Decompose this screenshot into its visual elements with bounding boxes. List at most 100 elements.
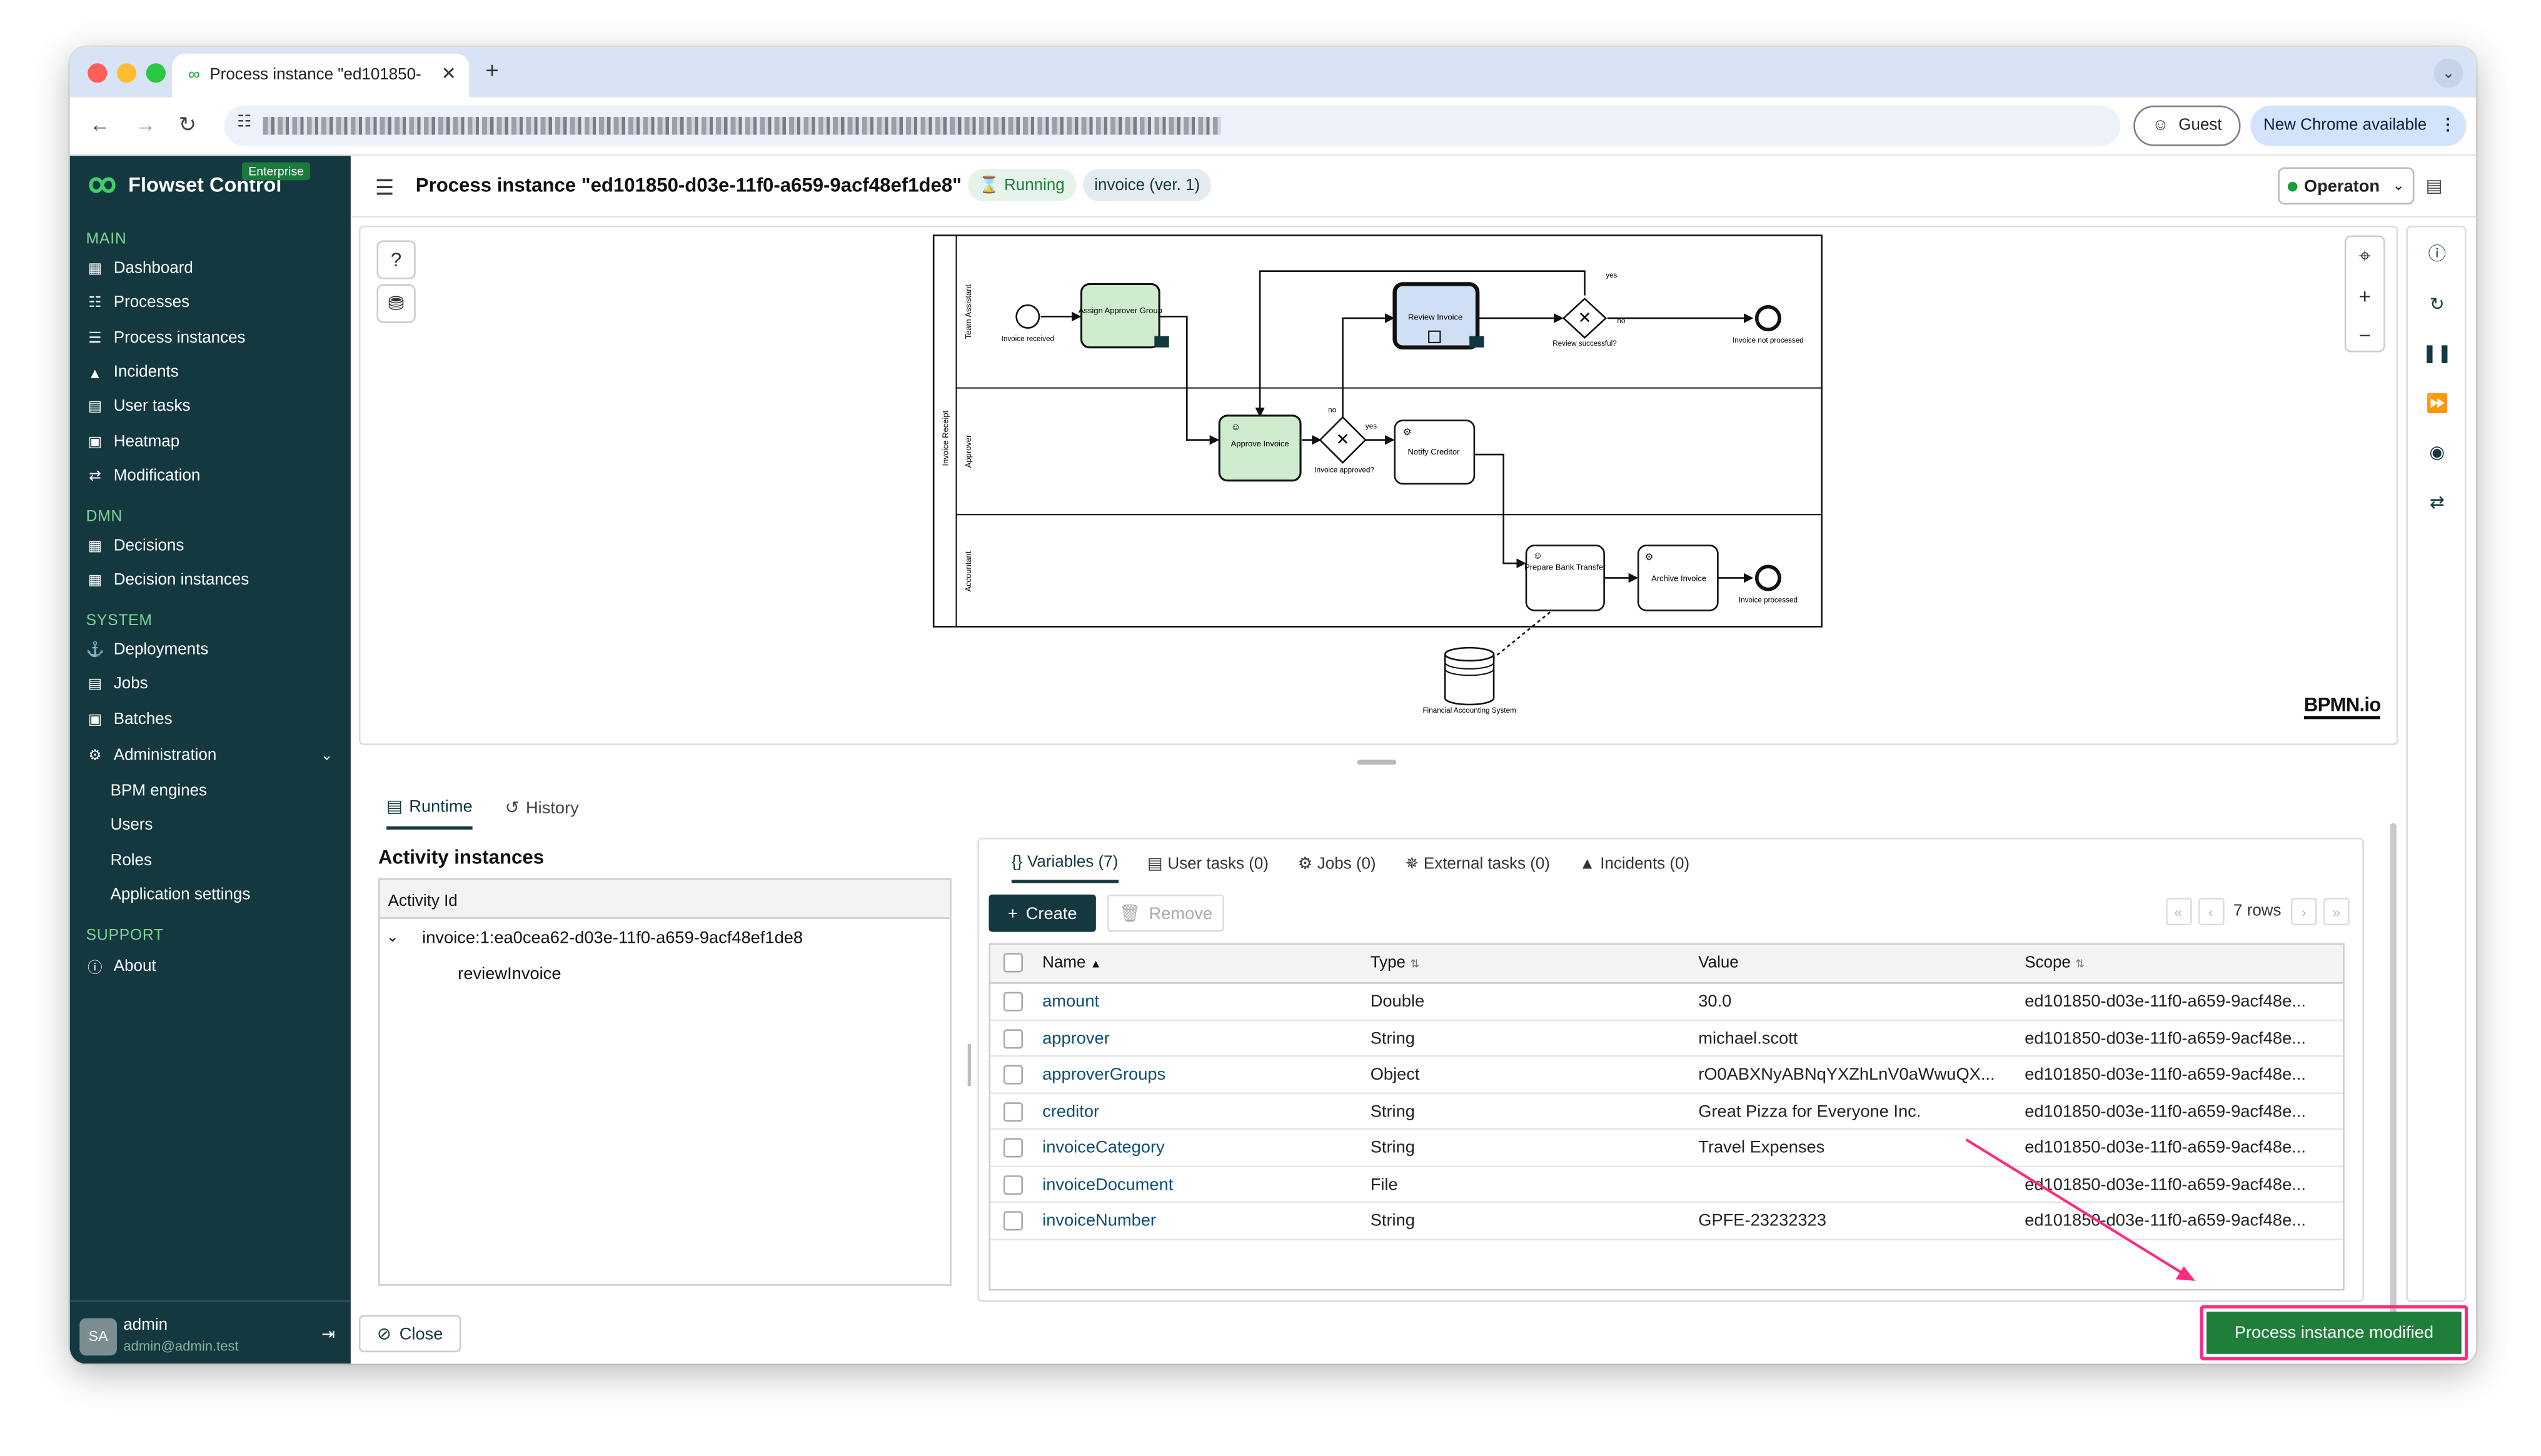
tab-jobs[interactable]: ⚙ Jobs (0) <box>1298 854 1376 883</box>
row-checkbox[interactable] <box>1003 1065 1023 1085</box>
sidebar-item-decision-instances[interactable]: ▦ Decision instances <box>86 571 249 590</box>
invoice-processed-event[interactable] <box>1754 565 1781 591</box>
variable-value: michael.scott <box>1698 1028 1798 1048</box>
remove-variable-button[interactable]: 🗑 Remove <box>1107 894 1224 932</box>
profile-button[interactable]: ☺ Guest <box>2133 105 2241 146</box>
row-checkbox[interactable] <box>1003 1174 1023 1194</box>
forward-icon[interactable]: → <box>135 112 156 136</box>
close-tab-icon[interactable]: ✕ <box>441 63 456 84</box>
site-settings-icon[interactable]: ☷ <box>237 114 251 132</box>
reload-icon[interactable]: ↻ <box>179 112 196 138</box>
row-checkbox[interactable] <box>1003 1101 1023 1122</box>
variable-name[interactable]: invoiceNumber <box>1042 1211 1156 1230</box>
suspend-icon[interactable]: ❚❚ <box>2418 333 2457 371</box>
row-checkbox[interactable] <box>1003 1028 1023 1048</box>
sidebar-item-modification[interactable]: ⇄ Modification <box>86 468 200 486</box>
sidebar-item-deployments[interactable]: ⚓ Deployments <box>86 641 209 660</box>
table-row[interactable]: creditor String Great Pizza for Everyone I… <box>990 1093 2343 1130</box>
chevron-down-icon[interactable]: ⌄ <box>386 928 399 946</box>
invoice-received-event[interactable] <box>1015 304 1040 329</box>
row-checkbox[interactable] <box>1003 1211 1023 1231</box>
close-button[interactable]: ⊘ Close <box>358 1315 461 1353</box>
row-checkbox[interactable] <box>1003 1138 1023 1158</box>
column-header-scope[interactable]: Scope ⇅ <box>2025 955 2085 973</box>
bpmn-diagram[interactable]: ? ⛃ ⌖ + − Invoice Receipt Team Assistant… <box>358 225 2398 745</box>
restart-icon[interactable]: ↻ <box>2418 284 2457 323</box>
variable-name[interactable]: approver <box>1042 1028 1110 1048</box>
sidebar-item-batches[interactable]: ▣ Batches <box>86 711 173 729</box>
table-row[interactable]: amount Double 30.0 ed101850-d03e-11f0-a659-… <box>990 984 2343 1021</box>
variable-name[interactable]: invoiceDocument <box>1042 1175 1173 1194</box>
table-row[interactable]: invoiceNumber String GPFE-23232323 ed101850… <box>990 1203 2343 1240</box>
sidebar-item-user-tasks[interactable]: ▤ User tasks <box>86 398 191 416</box>
record-icon[interactable]: ◉ <box>2418 432 2457 471</box>
column-header-type[interactable]: Type ⇅ <box>1371 955 1420 973</box>
engine-select[interactable]: Operaton ⌄ <box>2278 167 2415 205</box>
sidebar-item-decisions[interactable]: ▦ Decisions <box>86 538 184 556</box>
sidebar-item-dashboard[interactable]: ▦ Dashboard <box>86 259 193 278</box>
tab-incidents[interactable]: ▲ Incidents (0) <box>1579 854 1689 883</box>
sidebar-item-process-instances[interactable]: ☰ Process instances <box>86 329 245 348</box>
activity-tree-root[interactable]: invoice:1:ea0cea62-d03e-11f0-a659-9acf48… <box>422 928 803 948</box>
select-all-checkbox[interactable] <box>1003 953 1023 973</box>
last-page-icon[interactable]: » <box>2323 898 2350 926</box>
browser-tab[interactable]: ∞ Process instance "ed101850- ✕ <box>172 53 470 98</box>
table-row[interactable]: approverGroups Object rO0ABXNyABNqYXZhLnV0… <box>990 1057 2343 1093</box>
variable-name[interactable]: invoiceCategory <box>1042 1138 1165 1157</box>
next-page-icon[interactable]: › <box>2291 898 2317 926</box>
definition-link[interactable]: invoice (ver. 1) <box>1083 169 1212 202</box>
fast-forward-icon[interactable]: ⏩ <box>2418 383 2457 422</box>
tab-variables[interactable]: {} Variables (7) <box>1011 854 1119 883</box>
prev-page-icon[interactable]: ‹ <box>2197 898 2224 926</box>
column-header-name[interactable]: Name ▲ <box>1042 955 1102 973</box>
bpmn-io-watermark[interactable]: BPMN.io <box>2303 693 2381 720</box>
activity-tree-child[interactable]: reviewInvoice <box>458 964 561 983</box>
financial-accounting-database-icon[interactable] <box>1444 646 1495 706</box>
logout-icon[interactable]: ⇥ <box>321 1327 335 1345</box>
sidebar-item-jobs[interactable]: ▤ Jobs <box>86 675 148 693</box>
process-modified-toast[interactable]: Process instance modified <box>2206 1312 2462 1354</box>
invoice-not-processed-event[interactable] <box>1754 304 1781 332</box>
scrollbar[interactable] <box>2390 823 2397 1330</box>
table-row[interactable]: approver String michael.scott ed101850-d03e… <box>990 1020 2343 1057</box>
variable-name[interactable]: creditor <box>1042 1102 1099 1121</box>
sidebar-item-roles[interactable]: Roles <box>111 852 152 870</box>
variable-name[interactable]: approverGroups <box>1042 1065 1165 1085</box>
sidebar-item-bpm-engines[interactable]: BPM engines <box>111 783 207 801</box>
assign-approver-group-task[interactable] <box>1080 283 1160 349</box>
sidebar-item-administration[interactable]: ⚙ Administration ⌄ <box>86 747 333 765</box>
activity-instances-title: Activity instances <box>378 845 545 869</box>
sidebar-item-processes[interactable]: ☷ Processes <box>86 294 189 312</box>
row-checkbox[interactable] <box>1003 992 1023 1012</box>
variable-type: String <box>1370 1138 1415 1158</box>
sidebar-item-about[interactable]: ⓘ About <box>86 956 156 978</box>
new-tab-icon[interactable]: + <box>485 57 498 83</box>
variable-name[interactable]: amount <box>1042 992 1099 1012</box>
sidebar-item-heatmap[interactable]: ▣ Heatmap <box>86 433 179 451</box>
tab-search-icon[interactable]: ⌄ <box>2433 58 2463 88</box>
tab-user-tasks[interactable]: ▤ User tasks (0) <box>1147 854 1269 883</box>
minimize-window-dot[interactable] <box>116 63 137 83</box>
layout-toggle-icon[interactable]: ▤ <box>2426 175 2443 196</box>
id-card-icon: ▤ <box>88 398 102 414</box>
address-bar[interactable]: ☷ <box>224 105 2121 146</box>
sidebar-item-application-settings[interactable]: Application settings <box>111 886 251 905</box>
menu-toggle-icon[interactable]: ☰ <box>375 175 394 201</box>
back-icon[interactable]: ← <box>89 112 111 136</box>
tab-runtime[interactable]: ▤ Runtime <box>386 797 473 830</box>
sidebar-item-users[interactable]: Users <box>111 816 153 835</box>
chrome-update-button[interactable]: New Chrome available ⋮ <box>2250 105 2467 146</box>
close-window-dot[interactable] <box>88 63 108 83</box>
tab-external-tasks[interactable]: ✵ External tasks (0) <box>1405 854 1550 883</box>
table-row[interactable]: invoiceDocument File ed101850-d03e-11f0-a6… <box>990 1167 2343 1203</box>
swap-icon[interactable]: ⇄ <box>2418 482 2457 521</box>
first-page-icon[interactable]: « <box>2165 898 2191 926</box>
maximize-window-dot[interactable] <box>146 63 166 83</box>
panel-resize-handle[interactable] <box>967 1043 971 1087</box>
sidebar-item-incidents[interactable]: ▲ Incidents <box>86 364 178 382</box>
create-variable-button[interactable]: + Create <box>989 894 1096 932</box>
resize-handle[interactable] <box>1357 760 1397 765</box>
info-icon[interactable]: ⓘ <box>2418 234 2457 273</box>
tab-history[interactable]: ↺ History <box>505 797 579 830</box>
table-row[interactable]: invoiceCategory String Travel Expenses ed10… <box>990 1130 2343 1167</box>
